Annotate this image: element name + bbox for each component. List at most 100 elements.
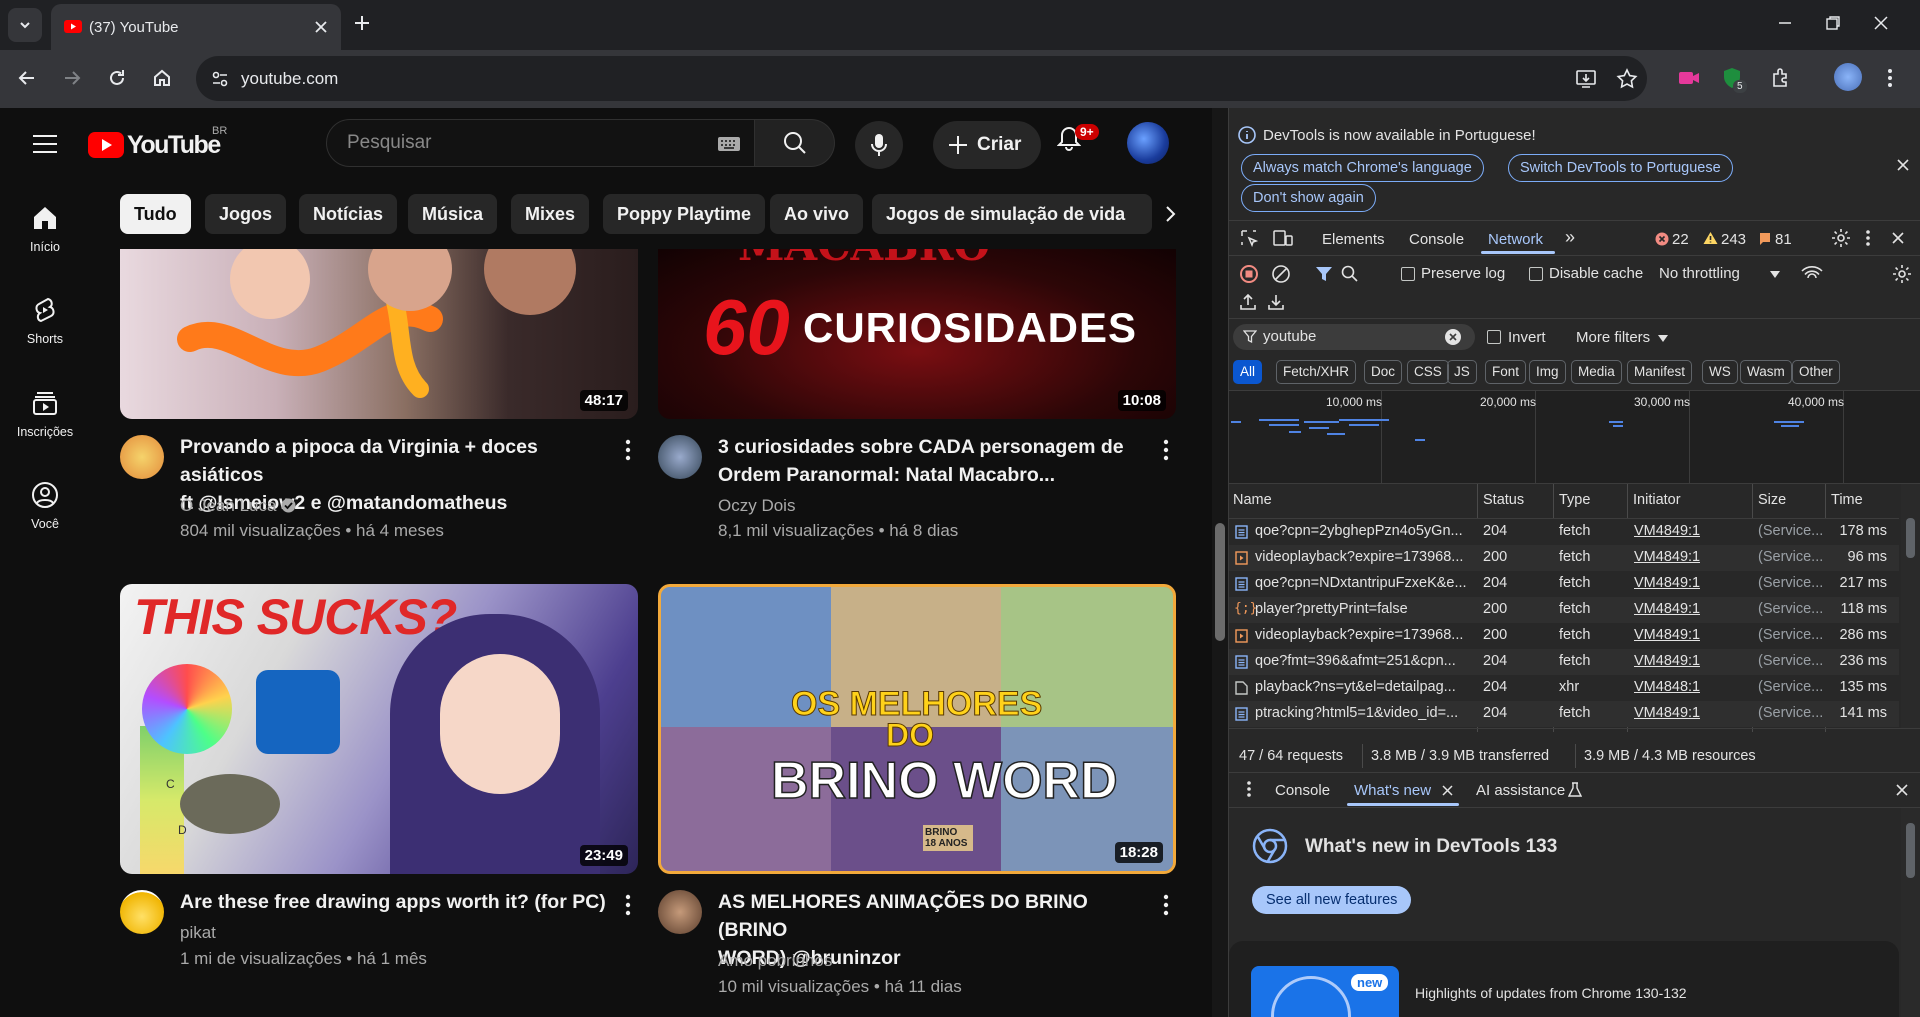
request-initiator-link[interactable]: VM4849:1 [1634, 549, 1700, 565]
reload-icon[interactable] [106, 67, 128, 89]
type-filter-img[interactable]: Img [1529, 360, 1566, 384]
chevron-right-icon[interactable] [1162, 205, 1178, 223]
close-devtools-icon[interactable] [1891, 231, 1905, 245]
network-conditions-icon[interactable] [1801, 265, 1823, 283]
table-row[interactable]: qoe?cpn=NDxtantripuFzxeK&e... 204 fetch … [1229, 571, 1899, 597]
youtube-logo-text[interactable]: YouTube [127, 131, 221, 160]
create-button[interactable]: Criar [933, 121, 1041, 169]
video-thumbnail[interactable]: 48:17 [120, 249, 638, 419]
hamburger-menu-icon[interactable] [32, 134, 58, 154]
column-header-status[interactable]: Status [1483, 492, 1524, 508]
more-options-icon[interactable] [624, 439, 632, 461]
tab-network[interactable]: Network [1488, 231, 1543, 248]
type-filter-fetch-xhr[interactable]: Fetch/XHR [1276, 360, 1357, 384]
youtube-logo-icon[interactable] [88, 132, 124, 158]
table-row[interactable]: ptracking?html5=1&video_id=... 204 fetch… [1229, 701, 1899, 727]
more-tabs-icon[interactable]: » [1565, 227, 1575, 248]
request-initiator-link[interactable]: VM4849:1 [1634, 627, 1700, 643]
channel-avatar[interactable] [120, 435, 164, 479]
request-initiator-link[interactable]: VM4849:1 [1634, 601, 1700, 617]
disable-cache-checkbox[interactable] [1529, 267, 1543, 281]
drawer-tab-console[interactable]: Console [1275, 782, 1330, 799]
throttling-select[interactable]: No throttling [1659, 265, 1740, 282]
match-language-button[interactable]: Always match Chrome's language [1241, 154, 1484, 182]
keyboard-icon[interactable] [717, 136, 741, 152]
request-initiator-link[interactable]: VM4848:1 [1634, 679, 1700, 695]
chip-tudo[interactable]: Tudo [120, 194, 191, 234]
browser-tab[interactable]: (37) YouTube [51, 4, 341, 50]
scrollbar-thumb[interactable] [1906, 823, 1915, 878]
tab-console[interactable]: Console [1409, 231, 1464, 248]
search-input[interactable] [347, 131, 687, 155]
profile-avatar[interactable] [1834, 63, 1862, 91]
extension-video-icon[interactable] [1677, 67, 1701, 89]
back-arrow-icon[interactable] [16, 67, 38, 89]
chip-ao-vivo[interactable]: Ao vivo [770, 194, 864, 234]
table-row[interactable]: qoe?fmt=396&afmt=251&cpn... 204 fetch VM… [1229, 649, 1899, 675]
install-app-icon[interactable] [1575, 68, 1597, 90]
see-all-features-button[interactable]: See all new features [1252, 886, 1412, 914]
type-filter-manifest[interactable]: Manifest [1627, 360, 1693, 384]
column-header-name[interactable]: Name [1233, 492, 1272, 508]
type-filter-doc[interactable]: Doc [1364, 360, 1403, 384]
filter-input-box[interactable]: youtube [1233, 324, 1475, 350]
network-overview-timeline[interactable]: 10,000 ms 20,000 ms 30,000 ms 40,000 ms [1229, 391, 1920, 483]
tab-elements[interactable]: Elements [1322, 231, 1385, 248]
column-header-time[interactable]: Time [1831, 492, 1863, 508]
chip-musica[interactable]: Música [408, 194, 498, 234]
voice-search-button[interactable] [855, 121, 903, 169]
import-har-icon[interactable] [1240, 293, 1256, 311]
account-avatar[interactable] [1127, 122, 1169, 164]
sidebar-item-voce[interactable]: Você [0, 481, 90, 531]
type-filter-css[interactable]: CSS [1407, 360, 1449, 384]
drawer-scrollbar[interactable] [1901, 808, 1920, 1017]
channel-name[interactable]: Oczy Dois [718, 496, 795, 516]
dropdown-arrow-icon[interactable] [1658, 335, 1668, 342]
minimize-icon[interactable] [1776, 14, 1794, 32]
table-row[interactable]: videoplayback?expire=173968... 200 fetch… [1229, 623, 1899, 649]
column-header-initiator[interactable]: Initiator [1633, 492, 1681, 508]
type-filter-media[interactable]: Media [1571, 360, 1622, 384]
chip-noticias[interactable]: Notícias [299, 194, 398, 234]
forward-arrow-icon[interactable] [61, 67, 83, 89]
table-row[interactable]: videoplayback?expire=173968... 200 fetch… [1229, 545, 1899, 571]
address-bar[interactable]: youtube.com [196, 56, 1647, 101]
record-stop-icon[interactable] [1239, 264, 1259, 284]
channel-avatar[interactable] [658, 890, 702, 934]
table-row[interactable]: {;} player?prettyPrint=false 200 fetch V… [1229, 597, 1899, 623]
close-drawer-icon[interactable] [1895, 783, 1909, 797]
channel-name[interactable]: O Jean Luca [180, 496, 296, 516]
type-filter-other[interactable]: Other [1792, 360, 1840, 384]
request-initiator-link[interactable]: VM4849:1 [1634, 575, 1700, 591]
drawer-tab-whats-new[interactable]: What's new [1354, 782, 1431, 799]
drawer-menu-icon[interactable] [1246, 780, 1252, 798]
more-options-icon[interactable] [1162, 439, 1170, 461]
request-initiator-link[interactable]: VM4849:1 [1634, 653, 1700, 669]
video-thumbnail[interactable]: THIS SUCKS? C D 23:49 [120, 584, 638, 874]
export-har-icon[interactable] [1268, 293, 1284, 311]
issues-count[interactable]: 81 [1775, 231, 1792, 248]
table-row[interactable]: qoe?cpn=2ybghepPzn4o5yGn... 204 fetch VM… [1229, 519, 1899, 545]
video-thumbnail[interactable]: OS MELHORES DO BRINO WORD BRINO 18 ANOS … [658, 584, 1176, 874]
extensions-puzzle-icon[interactable] [1770, 67, 1792, 89]
more-filters-button[interactable]: More filters [1576, 329, 1650, 346]
scrollbar-thumb[interactable] [1906, 518, 1915, 558]
close-tab-icon[interactable] [313, 19, 329, 35]
switch-language-button[interactable]: Switch DevTools to Portuguese [1508, 154, 1733, 182]
restore-icon[interactable] [1824, 14, 1842, 32]
more-options-icon[interactable] [624, 894, 632, 916]
chip-poppy-playtime[interactable]: Poppy Playtime [603, 194, 766, 234]
clear-icon[interactable] [1271, 264, 1291, 284]
column-header-size[interactable]: Size [1758, 492, 1786, 508]
new-tab-icon[interactable] [352, 13, 372, 33]
request-list-scrollbar[interactable] [1901, 484, 1920, 728]
scrollbar-thumb[interactable] [1215, 523, 1225, 641]
bookmark-star-icon[interactable] [1616, 68, 1638, 90]
video-thumbnail[interactable]: MACABRO 60 CURIOSIDADES 10:08 [658, 249, 1176, 419]
device-toolbar-icon[interactable] [1273, 229, 1293, 247]
clear-filter-icon[interactable] [1444, 328, 1462, 346]
drawer-tab-ai-assistance[interactable]: AI assistance [1476, 782, 1565, 799]
inspect-element-icon[interactable] [1240, 229, 1258, 247]
page-scrollbar[interactable] [1212, 108, 1228, 1017]
settings-gear-icon[interactable] [1831, 228, 1851, 248]
